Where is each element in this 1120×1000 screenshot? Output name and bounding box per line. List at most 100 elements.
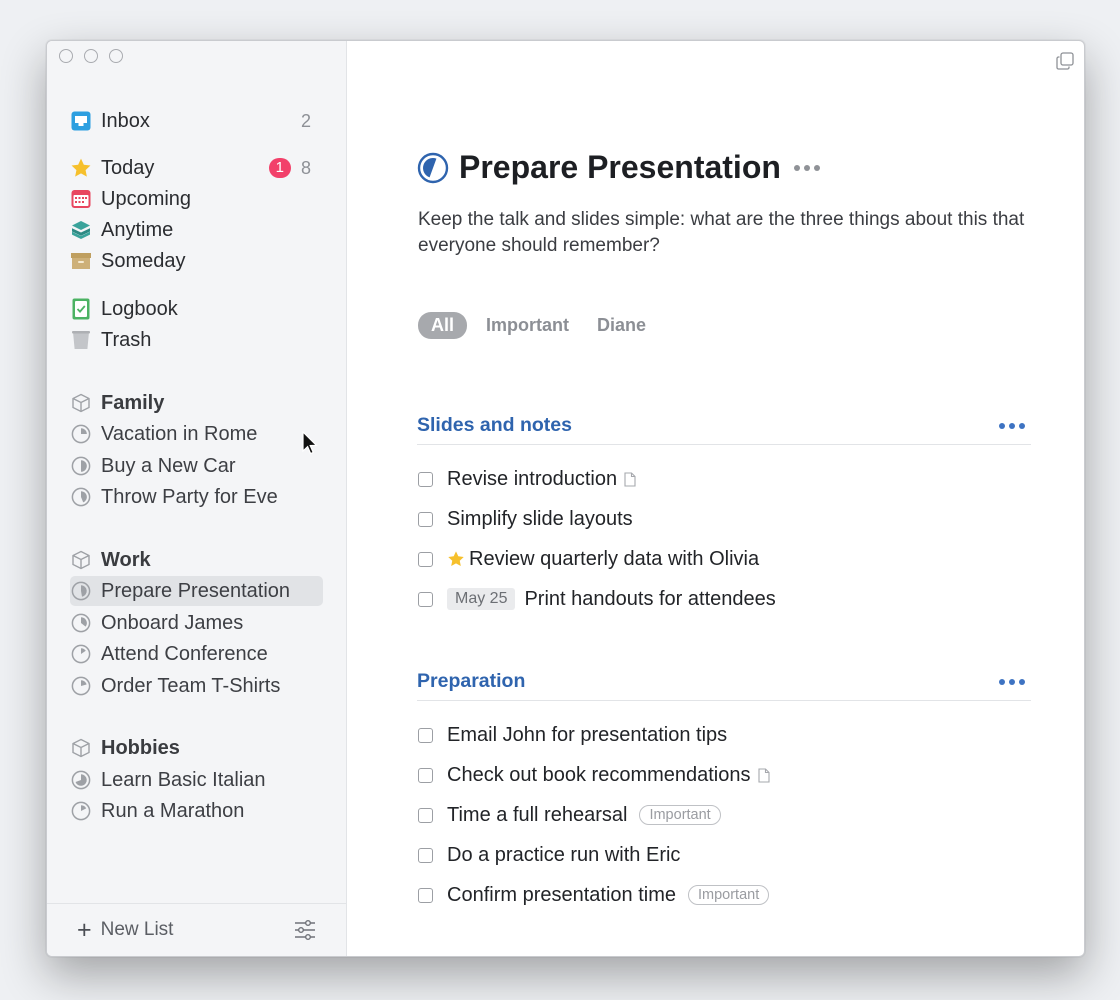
sidebar-project-onboard-james[interactable]: Onboard James bbox=[70, 608, 323, 638]
area-cube-icon bbox=[70, 737, 92, 759]
sidebar-item-upcoming[interactable]: Upcoming bbox=[70, 184, 323, 214]
sidebar-item-label: Work bbox=[101, 548, 151, 571]
sidebar-item-label: Prepare Presentation bbox=[101, 579, 291, 602]
logbook-check-icon bbox=[70, 298, 92, 320]
heading-slides-and-notes[interactable]: Slides and notes bbox=[417, 412, 1031, 445]
close-window-button[interactable] bbox=[59, 49, 73, 63]
sidebar-item-label: Onboard James bbox=[101, 611, 244, 634]
tag-badge: Important bbox=[687, 885, 770, 905]
tag-filter-important[interactable]: Important bbox=[477, 312, 578, 339]
todo-item[interactable]: May 25 Print handouts for attendees bbox=[418, 585, 776, 613]
sidebar-item-label: Anytime bbox=[101, 218, 174, 241]
todo-item[interactable]: Review quarterly data with Olivia bbox=[418, 545, 759, 573]
date-badge: May 25 bbox=[447, 588, 516, 610]
sidebar-project-order-team-t-shirts[interactable]: Order Team T-Shirts bbox=[70, 671, 323, 701]
sidebar-item-anytime[interactable]: Anytime bbox=[70, 215, 323, 245]
todo-item[interactable]: Time a full rehearsal Important bbox=[418, 801, 721, 829]
zoom-window-button[interactable] bbox=[109, 49, 123, 63]
todo-title: Print handouts for attendees bbox=[524, 587, 776, 610]
todo-checkbox[interactable] bbox=[418, 591, 433, 607]
sidebar-project-buy-a-new-car[interactable]: Buy a New Car bbox=[70, 451, 323, 481]
todo-checkbox[interactable] bbox=[418, 511, 433, 527]
sidebar-item-trash[interactable]: Trash bbox=[70, 325, 323, 355]
sidebar-project-learn-basic-italian[interactable]: Learn Basic Italian bbox=[70, 765, 323, 795]
window-controls bbox=[59, 49, 123, 63]
today-due-badge: 1 bbox=[268, 158, 291, 178]
project-progress-icon bbox=[70, 769, 92, 791]
tag-filter-all[interactable]: All bbox=[418, 312, 468, 339]
todo-item[interactable]: Do a practice run with Eric bbox=[418, 841, 680, 869]
todo-checkbox[interactable] bbox=[418, 727, 433, 743]
heading-title: Preparation bbox=[417, 670, 526, 692]
sidebar-area-hobbies[interactable]: Hobbies bbox=[70, 733, 323, 763]
project-more-icon[interactable] bbox=[793, 164, 820, 171]
sidebar-project-run-a-marathon[interactable]: Run a Marathon bbox=[70, 796, 323, 826]
todo-title: Simplify slide layouts bbox=[447, 507, 633, 530]
todo-title: Do a practice run with Eric bbox=[447, 843, 681, 866]
project-progress-icon bbox=[70, 643, 92, 665]
heading-more-icon[interactable] bbox=[999, 423, 1025, 429]
project-progress-icon bbox=[70, 455, 92, 477]
sidebar-item-label: Buy a New Car bbox=[101, 454, 236, 477]
new-list-button[interactable]: + New List bbox=[77, 915, 174, 944]
sidebar-item-label: Inbox bbox=[101, 109, 150, 132]
todo-checkbox[interactable] bbox=[418, 847, 433, 863]
sidebar-item-label: Someday bbox=[101, 249, 186, 272]
sidebar-item-label: Trash bbox=[101, 328, 152, 351]
todo-item[interactable]: Revise introduction bbox=[418, 465, 636, 493]
sidebar-item-label: Order Team T-Shirts bbox=[101, 674, 281, 697]
inbox-count: 2 bbox=[300, 110, 311, 131]
tag-filter-diane[interactable]: Diane bbox=[588, 312, 655, 339]
new-list-label: New List bbox=[100, 919, 174, 940]
archive-box-icon bbox=[70, 250, 92, 272]
project-progress-icon bbox=[70, 675, 92, 697]
sidebar-area-family[interactable]: Family bbox=[70, 388, 323, 418]
sidebar: Inbox 2 Today 1 8 Upcoming Anytime Somed… bbox=[47, 41, 347, 956]
todo-title: Review quarterly data with Olivia bbox=[469, 547, 760, 570]
todo-checkbox[interactable] bbox=[418, 767, 433, 783]
sidebar-item-inbox[interactable]: Inbox 2 bbox=[70, 106, 323, 136]
sidebar-item-logbook[interactable]: Logbook bbox=[70, 294, 323, 324]
project-notes[interactable]: Keep the talk and slides simple: what ar… bbox=[418, 207, 1028, 259]
todo-title: Check out book recommendations bbox=[447, 763, 751, 786]
layers-icon bbox=[70, 219, 92, 241]
area-cube-icon bbox=[70, 549, 92, 571]
notes-document-icon bbox=[757, 767, 770, 783]
sidebar-project-attend-conference[interactable]: Attend Conference bbox=[70, 639, 323, 669]
sidebar-project-vacation-in-rome[interactable]: Vacation in Rome bbox=[70, 419, 323, 449]
sidebar-item-someday[interactable]: Someday bbox=[70, 246, 323, 276]
trash-icon bbox=[70, 329, 92, 351]
sidebar-item-label: Learn Basic Italian bbox=[101, 768, 266, 791]
project-progress-icon bbox=[417, 152, 449, 183]
sidebar-project-prepare-presentation[interactable]: Prepare Presentation bbox=[70, 576, 323, 606]
todo-title: Email John for presentation tips bbox=[447, 723, 728, 746]
sidebar-area-work[interactable]: Work bbox=[70, 545, 323, 575]
sidebar-item-label: Throw Party for Eve bbox=[101, 485, 278, 508]
project-title[interactable]: Prepare Presentation bbox=[459, 149, 781, 186]
heading-preparation[interactable]: Preparation bbox=[417, 668, 1031, 701]
sidebar-item-label: Vacation in Rome bbox=[101, 422, 258, 445]
todo-item[interactable]: Confirm presentation time Important bbox=[418, 881, 770, 909]
todo-checkbox[interactable] bbox=[418, 807, 433, 823]
todo-checkbox[interactable] bbox=[418, 471, 433, 487]
sidebar-item-today[interactable]: Today 1 8 bbox=[70, 153, 323, 183]
sidebar-project-throw-party-for-eve[interactable]: Throw Party for Eve bbox=[70, 482, 323, 512]
todo-item[interactable]: Email John for presentation tips bbox=[418, 721, 727, 749]
sidebar-item-label: Today bbox=[101, 156, 155, 179]
todo-checkbox[interactable] bbox=[418, 551, 433, 567]
plus-icon: + bbox=[77, 915, 92, 944]
sidebar-item-label: Attend Conference bbox=[101, 642, 268, 665]
minimize-window-button[interactable] bbox=[84, 49, 98, 63]
heading-more-icon[interactable] bbox=[999, 679, 1025, 685]
todo-title: Time a full rehearsal bbox=[447, 803, 628, 826]
duplicate-window-icon[interactable] bbox=[1056, 52, 1074, 70]
settings-sliders-icon[interactable] bbox=[294, 919, 316, 941]
todo-item[interactable]: Simplify slide layouts bbox=[418, 505, 633, 533]
star-icon bbox=[448, 551, 464, 567]
todo-title: Revise introduction bbox=[447, 467, 618, 490]
sidebar-item-label: Upcoming bbox=[101, 187, 192, 210]
todo-checkbox[interactable] bbox=[418, 887, 433, 903]
todo-item[interactable]: Check out book recommendations bbox=[418, 761, 770, 789]
sidebar-item-label: Logbook bbox=[101, 297, 178, 320]
project-header: Prepare Presentation bbox=[417, 149, 820, 186]
